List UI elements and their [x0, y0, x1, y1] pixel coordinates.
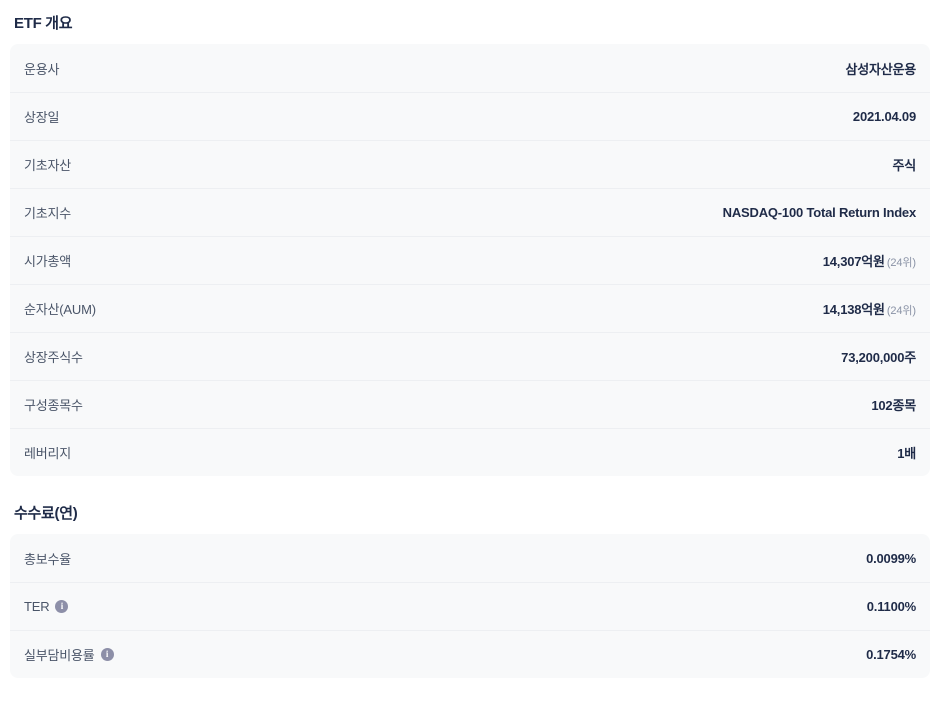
- etf-info-page: ETF 개요 운용사 삼성자산운용 상장일 2021.04.09 기초자산 주식…: [0, 0, 940, 701]
- fees-section-title: 수수료(연): [14, 505, 78, 522]
- overview-table: 운용사 삼성자산운용 상장일 2021.04.09 기초자산 주식 기초지수 N…: [10, 44, 930, 476]
- row-label: TER i: [24, 599, 69, 614]
- row-value: 73,200,000주: [841, 350, 916, 365]
- row-value: 0.1100%: [866, 599, 916, 614]
- row-label: 기초지수: [24, 206, 72, 221]
- row-label: 상장일: [24, 110, 60, 125]
- row-value: 14,138억원 (24위): [823, 299, 916, 318]
- overview-section: ETF 개요 운용사 삼성자산운용 상장일 2021.04.09 기초자산 주식…: [0, 0, 940, 476]
- table-row: 상장주식수 73,200,000주: [10, 332, 930, 380]
- table-row: 기초자산 주식: [10, 140, 930, 188]
- row-label: 상장주식수: [24, 350, 83, 365]
- table-row: 구성종목수 102종목: [10, 380, 930, 428]
- row-label: 구성종목수: [24, 398, 83, 413]
- table-row: 총보수율 0.0099%: [10, 534, 930, 582]
- overview-section-title: ETF 개요: [14, 15, 73, 32]
- row-label: 총보수율: [24, 549, 71, 568]
- row-value: 0.1754%: [866, 647, 916, 662]
- row-value: 2021.04.09: [852, 109, 916, 124]
- table-row: TER i 0.1100%: [10, 582, 930, 630]
- row-label-text: TER: [24, 599, 50, 614]
- table-row: 상장일 2021.04.09: [10, 92, 930, 140]
- table-row: 운용사 삼성자산운용: [10, 44, 930, 92]
- table-row: 레버리지 1배: [10, 428, 930, 476]
- row-value: 102종목: [871, 398, 916, 413]
- fees-table: 총보수율 0.0099% TER i 0.1100% 실부담비용률 i 0.1754…: [10, 534, 930, 678]
- info-icon[interactable]: i: [100, 648, 114, 661]
- row-label: 시가총액: [24, 254, 72, 269]
- row-label: 기초자산: [24, 158, 72, 173]
- row-value: 0.0099%: [866, 550, 916, 566]
- row-value: 삼성자산운용: [845, 61, 916, 77]
- row-value-amount: 14,307억원: [822, 254, 885, 269]
- row-value-amount: 14,138억원: [822, 302, 885, 317]
- row-value: 1배: [897, 446, 916, 461]
- table-row: 순자산(AUM) 14,138억원 (24위): [10, 284, 930, 332]
- row-label: 순자산(AUM): [24, 302, 96, 317]
- row-value: NASDAQ-100 Total Return Index: [722, 205, 917, 220]
- info-icon[interactable]: i: [55, 600, 69, 613]
- row-value-rank: (24위): [886, 257, 916, 269]
- table-row: 실부담비용률 i 0.1754%: [10, 630, 930, 678]
- table-row: 시가총액 14,307억원 (24위): [10, 236, 930, 284]
- row-label: 레버리지: [24, 446, 72, 461]
- row-label-text: 총보수율: [24, 551, 72, 567]
- row-label: 운용사: [24, 61, 60, 77]
- row-value: 주식: [892, 158, 916, 173]
- row-value: 14,307억원 (24위): [823, 251, 916, 270]
- row-value-rank: (24위): [886, 305, 916, 317]
- fees-section: 수수료(연) 총보수율 0.0099% TER i 0.1100% 실부담비용률 i…: [0, 476, 940, 678]
- row-label-text: 실부담비용률: [24, 648, 95, 663]
- table-row: 기초지수 NASDAQ-100 Total Return Index: [10, 188, 930, 236]
- row-label: 실부담비용률 i: [24, 645, 114, 664]
